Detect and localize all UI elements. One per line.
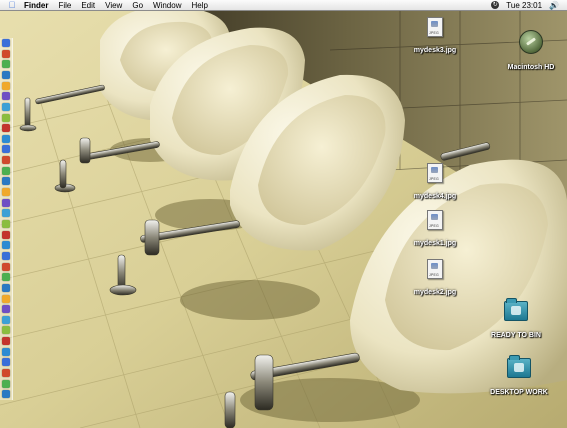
desktop-icon-label: mydesk3.jpg	[413, 47, 457, 54]
desktop-file-mydesk3[interactable]: mydesk3.jpg	[405, 17, 465, 57]
hard-drive-icon	[519, 30, 543, 54]
dock-app-icon[interactable]	[2, 284, 10, 292]
dock-app-icon[interactable]	[2, 369, 10, 377]
dock-app-icon[interactable]	[2, 220, 10, 228]
dock-app-icon[interactable]	[2, 380, 10, 388]
dock-app-icon[interactable]	[2, 188, 10, 196]
dock	[0, 38, 13, 400]
folder-icon	[504, 298, 528, 321]
desktop-folder-desktop-work[interactable]: DESKTOP WORK	[489, 355, 549, 399]
dock-app-icon[interactable]	[2, 316, 10, 324]
dock-app-icon[interactable]	[2, 263, 10, 271]
apple-menu-icon[interactable]: 	[6, 0, 18, 11]
dock-app-icon[interactable]	[2, 241, 10, 249]
jpeg-file-icon	[427, 17, 443, 37]
dock-app-icon[interactable]	[2, 326, 10, 334]
dock-app-icon[interactable]	[2, 295, 10, 303]
dock-app-icon[interactable]	[2, 145, 10, 153]
menu-edit[interactable]: Edit	[76, 0, 100, 11]
dock-app-icon[interactable]	[2, 103, 10, 111]
dock-app-icon[interactable]	[2, 390, 10, 398]
dock-app-icon[interactable]	[2, 156, 10, 164]
menu-go[interactable]: Go	[127, 0, 148, 11]
desktop-icon-label: DESKTOP WORK	[490, 389, 548, 396]
dock-app-icon[interactable]	[2, 177, 10, 185]
dock-app-icon[interactable]	[2, 82, 10, 90]
dock-app-icon[interactable]	[2, 252, 10, 260]
menu-help[interactable]: Help	[186, 0, 212, 11]
menu-file[interactable]: File	[53, 0, 76, 11]
dock-app-icon[interactable]	[2, 199, 10, 207]
dock-app-icon[interactable]	[2, 135, 10, 143]
menu-bar:  Finder File Edit View Go Window Help ↻…	[0, 0, 567, 11]
speaker-icon[interactable]: 🔊	[549, 0, 559, 11]
dock-app-icon[interactable]	[2, 167, 10, 175]
dock-app-icon[interactable]	[2, 337, 10, 345]
jpeg-file-icon	[427, 210, 443, 230]
sync-status-icon[interactable]: ↻	[491, 1, 500, 9]
desktop-folder-ready-to-bin[interactable]: READY TO BIN	[486, 298, 546, 342]
dock-app-icon[interactable]	[2, 358, 10, 366]
desktop-icon-label: Macintosh HD	[507, 64, 555, 71]
desktop-file-mydesk2[interactable]: mydesk2.jpg	[405, 259, 465, 299]
desktop-icon-label: mydesk2.jpg	[413, 289, 457, 296]
jpeg-file-icon	[427, 259, 443, 279]
folder-icon	[507, 355, 531, 378]
desktop-icon-label: mydesk4.jpg	[413, 193, 457, 200]
desktop-drive-macintosh-hd[interactable]: Macintosh HD	[501, 30, 561, 74]
dock-app-icon[interactable]	[2, 124, 10, 132]
menu-view[interactable]: View	[100, 0, 127, 11]
dock-app-icon[interactable]	[2, 114, 10, 122]
dock-app-icon[interactable]	[2, 39, 10, 47]
dock-app-icon[interactable]	[2, 60, 10, 68]
dock-app-icon[interactable]	[2, 71, 10, 79]
dock-app-icon[interactable]	[2, 92, 10, 100]
dock-app-icon[interactable]	[2, 273, 10, 281]
dock-app-icon[interactable]	[2, 348, 10, 356]
desktop-file-mydesk4[interactable]: mydesk4.jpg	[405, 163, 465, 203]
dock-app-icon[interactable]	[2, 50, 10, 58]
desktop-wallpaper	[0, 0, 567, 428]
desktop-file-mydesk1[interactable]: mydesk1.jpg	[405, 210, 465, 250]
jpeg-file-icon	[427, 163, 443, 183]
dock-app-icon[interactable]	[2, 231, 10, 239]
desktop-icon-label: READY TO BIN	[491, 332, 541, 339]
desktop-icon-label: mydesk1.jpg	[413, 240, 457, 247]
menubar-clock[interactable]: Tue 23:01	[506, 0, 542, 11]
dock-app-icon[interactable]	[2, 305, 10, 313]
menu-finder[interactable]: Finder	[18, 0, 53, 11]
dock-app-icon[interactable]	[2, 209, 10, 217]
menu-window[interactable]: Window	[148, 0, 186, 11]
